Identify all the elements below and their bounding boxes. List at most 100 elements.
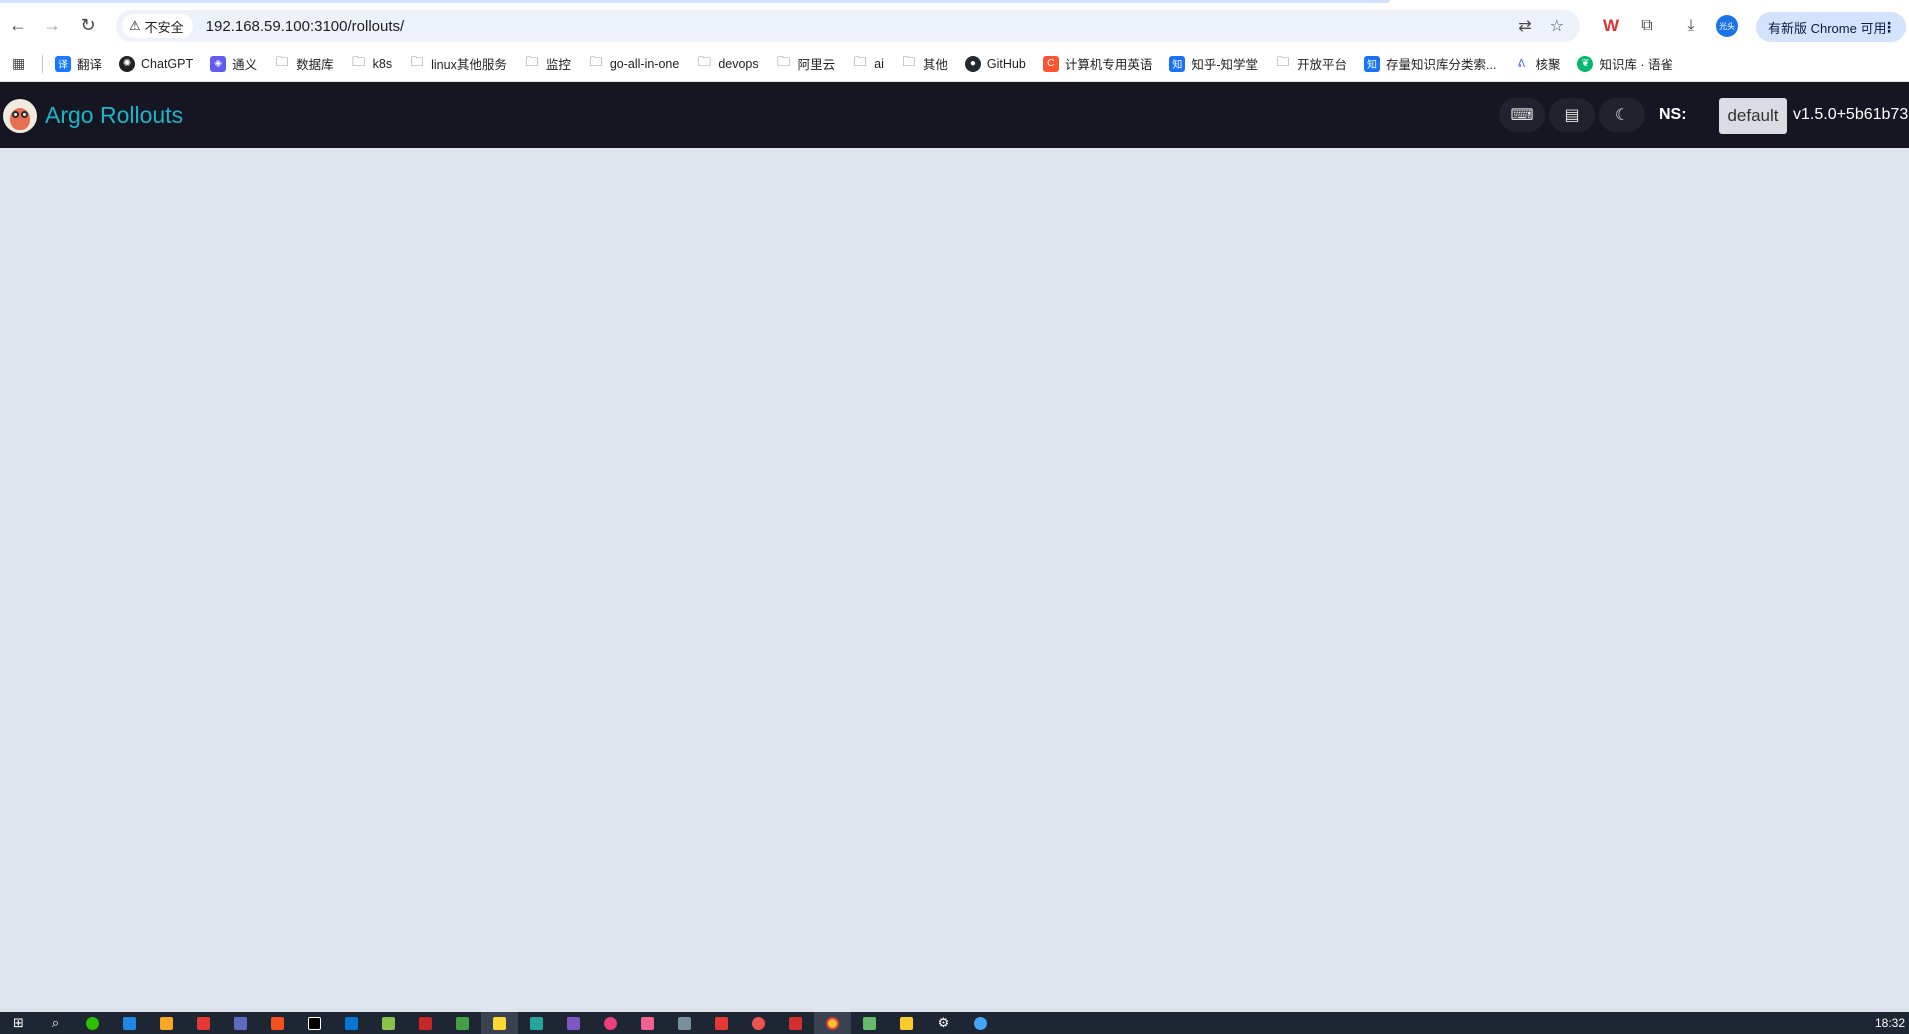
chatgpt-icon: ✺ (119, 55, 136, 72)
yuque-icon: ❦ (1577, 55, 1594, 72)
app-icon[interactable] (111, 1012, 148, 1034)
bookmark-yuque[interactable]: ❦ 知识库 · 语雀 (1577, 54, 1673, 73)
book-icon: ▤ (1564, 107, 1580, 124)
bookmark-tongyi[interactable]: ◈ 通义 (210, 54, 257, 73)
argo-logo-icon[interactable] (3, 99, 37, 133)
app-icon[interactable] (962, 1012, 999, 1034)
address-bar[interactable]: ⚠ 不安全 192.168.59.100:3100/rollouts/ ⇄ ☆ (116, 10, 1580, 42)
app-icon[interactable] (148, 1012, 185, 1034)
app-icon[interactable] (851, 1012, 888, 1034)
notepad-icon[interactable] (370, 1012, 407, 1034)
back-button[interactable]: ← (0, 7, 36, 43)
vscode-icon[interactable] (333, 1012, 370, 1034)
bookmark-folder-devops[interactable]: 🗀 devops (696, 54, 759, 72)
bookmark-folder-aliyun[interactable]: 🗀 阿里云 (776, 54, 836, 73)
bookmarks-divider (42, 54, 43, 73)
bookmark-folder-go[interactable]: 🗀 go-all-in-one (588, 53, 680, 72)
brand-title[interactable]: Argo Rollouts (45, 102, 183, 129)
bookmark-label: go-all-in-one (609, 56, 680, 71)
profile-avatar[interactable]: 光头 (1709, 8, 1745, 44)
bookmark-label: 计算机专用英语 (1064, 58, 1153, 72)
reload-button[interactable]: ↻ (70, 7, 106, 43)
search-icon[interactable]: ⌕ (37, 1012, 74, 1034)
app-icon[interactable] (592, 1012, 629, 1034)
git-icon[interactable] (444, 1012, 481, 1034)
bookmark-github[interactable]: ● GitHub (964, 55, 1026, 72)
bookmark-zhihu-kb[interactable]: 知存量知识库分类索... (1364, 54, 1496, 73)
goland-icon[interactable] (296, 1012, 333, 1034)
gear-icon[interactable]: ⚙ (925, 1012, 962, 1034)
theme-toggle-button[interactable]: ☾ (1599, 98, 1645, 132)
bookmark-folder-database[interactable]: 🗀 数据库 (274, 54, 334, 73)
app-icon[interactable] (259, 1012, 296, 1034)
bookmark-folder-ai[interactable]: 🗀 ai (852, 54, 884, 72)
browser-toolbar: ← → ↻ ⚠ 不安全 192.168.59.100:3100/rollouts… (0, 4, 1909, 46)
apps-grid-icon[interactable]: ▦ (12, 55, 30, 72)
bookmark-folder-linux[interactable]: 🗀 linux其他服务 (409, 54, 507, 73)
translate-page-icon[interactable]: ⇄ (1518, 16, 1531, 36)
app-icon[interactable] (518, 1012, 555, 1034)
wps-icon[interactable] (777, 1012, 814, 1034)
bookmark-label: 数据库 (296, 58, 334, 72)
keyboard-shortcuts-button[interactable]: ⌨ (1499, 98, 1545, 132)
bookmark-label: devops (718, 56, 759, 71)
zhihu-icon: 知 (1169, 55, 1186, 72)
version-text: v1.5.0+5b61b73 (1793, 106, 1909, 123)
app-icon[interactable] (481, 1012, 518, 1034)
app-icon[interactable] (740, 1012, 777, 1034)
moon-icon: ☾ (1614, 107, 1630, 124)
bookmark-label: 翻译 (77, 58, 103, 72)
bookmark-folder-other[interactable]: 🗀 其他 (901, 54, 948, 73)
bookmark-folder-k8s[interactable]: 🗀 k8s (351, 53, 393, 72)
os-taskbar: ⊞ ⌕ ⚙ 18:32 (0, 1012, 1909, 1034)
bookmark-heju[interactable]: ᕕ 核聚 (1513, 54, 1561, 73)
translate-icon: 译 (55, 55, 71, 72)
app-icon[interactable] (629, 1012, 666, 1034)
bookmark-label: 阿里云 (797, 58, 836, 72)
file-explorer-icon[interactable] (888, 1012, 925, 1034)
chrome-update-button[interactable]: 有新版 Chrome 可用 ⋮ (1756, 12, 1906, 42)
csdn-icon: C (1042, 55, 1059, 72)
windows-start-icon[interactable]: ⊞ (0, 1012, 37, 1034)
security-chip[interactable]: ⚠ 不安全 (122, 14, 193, 38)
download-icon[interactable]: ⤓ (1673, 8, 1709, 44)
back-arrow-icon: ← (9, 14, 27, 35)
bookmark-star-icon[interactable]: ☆ (1550, 16, 1564, 36)
kebab-menu-icon[interactable]: ⋮ (1882, 19, 1896, 36)
extensions-icon[interactable]: ⧉ (1629, 8, 1665, 44)
bookmark-label: 开放平台 (1297, 58, 1348, 72)
bookmark-csdn[interactable]: C 计算机专用英语 (1042, 54, 1153, 73)
folder-icon: 🗀 (275, 53, 289, 69)
bookmark-folder-platform[interactable]: 🗀 开放平台 (1275, 54, 1347, 73)
bookmark-label: 存量知识库分类索... (1386, 58, 1497, 72)
warning-triangle-icon: ⚠ (129, 18, 141, 33)
bookmarks-bar: ▦ 译翻译 ✺ ChatGPT ◈ 通义 🗀 数据库 🗀 k8s 🗀 linux其他服务 … (0, 46, 1909, 82)
bookmark-zhihu[interactable]: 知知乎-知学堂 (1169, 54, 1258, 73)
app-icon[interactable] (185, 1012, 222, 1034)
app-icon[interactable] (222, 1012, 259, 1034)
folder-icon: 🗀 (589, 53, 603, 69)
wps-extension-icon[interactable]: W (1593, 8, 1629, 44)
active-tab-indicator (0, 0, 1390, 3)
bookmark-label: 通义 (232, 58, 258, 72)
url-text[interactable]: 192.168.59.100:3100/rollouts/ (206, 18, 405, 35)
bookmark-folder-monitor[interactable]: 🗀 监控 (524, 54, 571, 73)
security-chip-label: 不安全 (144, 19, 184, 35)
app-icon[interactable] (407, 1012, 444, 1034)
heju-icon: ᕕ (1517, 58, 1526, 70)
bookmark-label: k8s (372, 56, 393, 71)
app-icon[interactable] (555, 1012, 592, 1034)
bookmark-translate[interactable]: 译翻译 (55, 54, 102, 73)
namespace-input[interactable]: default (1719, 98, 1787, 134)
wechat-icon[interactable] (74, 1012, 111, 1034)
folder-icon: 🗀 (902, 53, 916, 69)
folder-icon: 🗀 (525, 53, 539, 69)
folder-icon: 🗀 (352, 53, 366, 69)
forward-button[interactable]: → (34, 7, 70, 43)
app-icon[interactable] (703, 1012, 740, 1034)
chrome-icon[interactable] (814, 1012, 851, 1034)
bookmark-label: 其他 (922, 58, 948, 72)
documentation-button[interactable]: ▤ (1549, 98, 1595, 132)
calculator-icon[interactable] (666, 1012, 703, 1034)
bookmark-chatgpt[interactable]: ✺ ChatGPT (119, 55, 193, 72)
